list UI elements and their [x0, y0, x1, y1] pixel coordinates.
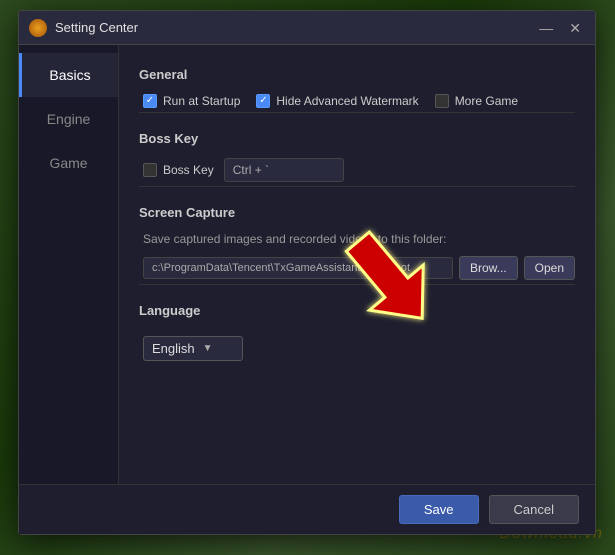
divider-3 [139, 284, 575, 285]
dropdown-arrow-icon: ▼ [203, 343, 213, 354]
run-at-startup-checkbox[interactable]: ✓ [143, 94, 157, 108]
minimize-button[interactable]: — [535, 21, 557, 35]
path-display: c:\ProgramData\Tencent\TxGameAssistant\S… [143, 257, 453, 279]
titlebar-controls: — ✕ [535, 21, 585, 35]
more-game-option[interactable]: More Game [435, 94, 518, 108]
dialog-window: Setting Center — ✕ Basics Engine Game Ge… [18, 10, 596, 535]
boss-key-label: Boss Key [163, 163, 214, 177]
divider-1 [139, 112, 575, 113]
hide-watermark-label: Hide Advanced Watermark [276, 94, 418, 108]
boss-key-checkbox-label[interactable]: Boss Key [143, 163, 214, 177]
check-icon: ✓ [259, 96, 267, 106]
sidebar: Basics Engine Game [19, 45, 119, 484]
divider-2 [139, 186, 575, 187]
dialog-footer: Save Cancel [19, 484, 595, 534]
path-row: c:\ProgramData\Tencent\TxGameAssistant\S… [143, 256, 575, 280]
language-value: English [152, 341, 195, 356]
run-at-startup-label: Run at Startup [163, 94, 240, 108]
boss-key-shortcut-input[interactable] [224, 158, 344, 182]
cancel-button[interactable]: Cancel [489, 495, 579, 524]
boss-key-section-title: Boss Key [139, 131, 575, 146]
hide-watermark-checkbox[interactable]: ✓ [256, 94, 270, 108]
screen-capture-description: Save captured images and recorded videos… [143, 232, 575, 246]
check-icon: ✓ [146, 96, 154, 106]
window-title: Setting Center [55, 20, 535, 35]
app-icon [29, 19, 47, 37]
sidebar-item-game[interactable]: Game [19, 141, 118, 185]
browse-button[interactable]: Brow... [459, 256, 518, 280]
titlebar: Setting Center — ✕ [19, 11, 595, 45]
language-section-title: Language [139, 303, 575, 318]
more-game-label: More Game [455, 94, 518, 108]
language-select[interactable]: English ▼ [143, 336, 243, 361]
main-panel: General ✓ Run at Startup ✓ Hide Advanced… [119, 45, 595, 484]
run-at-startup-option[interactable]: ✓ Run at Startup [143, 94, 240, 108]
hide-watermark-option[interactable]: ✓ Hide Advanced Watermark [256, 94, 418, 108]
screen-capture-section-title: Screen Capture [139, 205, 575, 220]
more-game-checkbox[interactable] [435, 94, 449, 108]
boss-key-checkbox[interactable] [143, 163, 157, 177]
general-section-title: General [139, 67, 575, 82]
sidebar-item-engine[interactable]: Engine [19, 97, 118, 141]
general-options: ✓ Run at Startup ✓ Hide Advanced Waterma… [143, 94, 575, 108]
save-button[interactable]: Save [399, 495, 479, 524]
open-button[interactable]: Open [524, 256, 575, 280]
sidebar-item-basics[interactable]: Basics [19, 53, 118, 97]
close-button[interactable]: ✕ [565, 21, 585, 35]
dialog-content: Basics Engine Game General ✓ Run at Star… [19, 45, 595, 484]
boss-key-row: Boss Key [143, 158, 575, 182]
